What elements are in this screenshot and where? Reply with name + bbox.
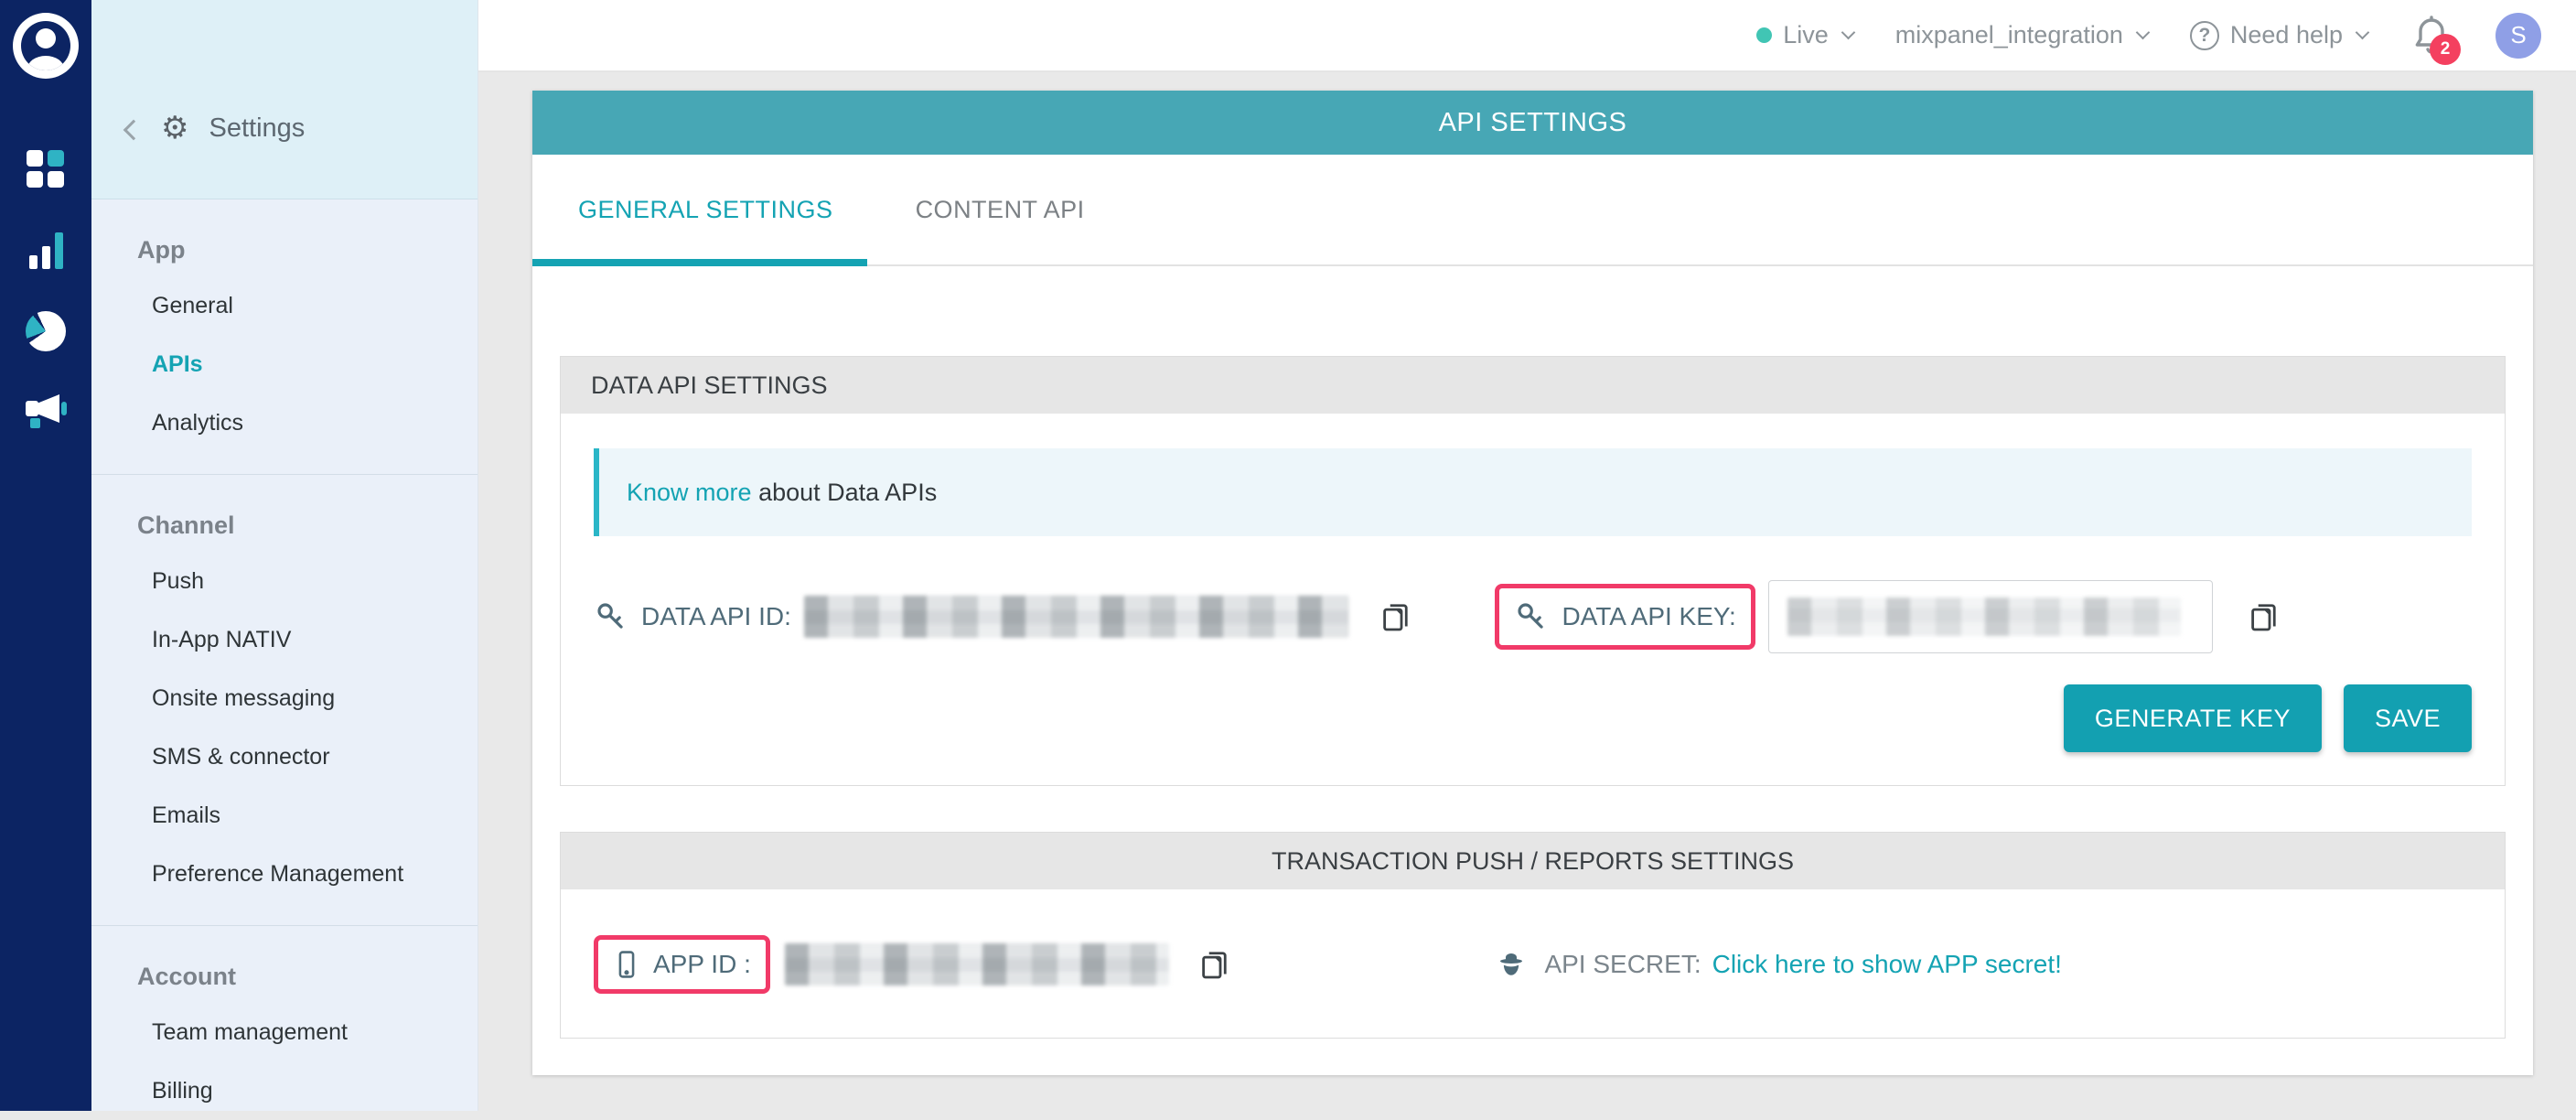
transaction-row: APP ID : [594,935,2472,994]
sidebar-item-general[interactable]: General [91,276,478,335]
topbar: Live mixpanel_integration ? Need help 2 … [478,0,2576,72]
icon-rail [0,0,91,1111]
data-api-id-group: DATA API ID: [594,596,1495,638]
help-menu[interactable]: ? Need help [2190,21,2367,50]
button-row: GENERATE KEY SAVE [594,684,2472,752]
sidebar-section-channel: Channel Push In-App NATIV Onsite messagi… [91,474,478,903]
sidebar-item-onsite-messaging[interactable]: Onsite messaging [91,669,478,727]
data-api-id-label: DATA API ID: [641,602,791,631]
data-api-key-group: DATA API KEY: [1495,580,2472,653]
data-api-key-input[interactable] [1768,580,2213,653]
sidebar-header: ⚙ Settings [91,0,478,199]
pie-chart-icon[interactable] [26,311,66,351]
sidebar-item-emails[interactable]: Emails [91,786,478,845]
know-more-infobox: Know more about Data APIs [594,448,2472,536]
generate-key-button[interactable]: GENERATE KEY [2064,684,2322,752]
sidebar-item-inapp-nativ[interactable]: In-App NATIV [91,610,478,669]
sidebar-item-sms-connector[interactable]: SMS & connector [91,727,478,786]
page-area: API SETTINGS GENERAL SETTINGS CONTENT AP… [478,72,2576,1111]
sidebar-item-team-management[interactable]: Team management [91,1003,478,1061]
project-name: mixpanel_integration [1895,21,2123,49]
spy-icon [1495,948,1528,981]
sidebar-item-analytics[interactable]: Analytics [91,393,478,452]
project-switcher[interactable]: mixpanel_integration [1895,21,2148,49]
sidebar-item-push[interactable]: Push [91,552,478,610]
phone-icon [613,949,640,980]
app-id-redacted-value [785,943,1169,985]
notification-badge: 2 [2430,34,2461,65]
data-api-key-redacted-value [1787,598,2181,636]
tab-general-settings[interactable]: GENERAL SETTINGS [578,196,833,224]
environment-switcher[interactable]: Live [1756,21,1853,49]
back-chevron-icon[interactable] [123,119,145,140]
chevron-down-icon [2356,26,2370,40]
app-id-group: APP ID : [594,935,1495,994]
megaphone-icon[interactable] [24,393,68,432]
content-column: Live mixpanel_integration ? Need help 2 … [478,0,2576,1111]
brand-logo[interactable] [13,13,79,79]
help-label: Need help [2230,21,2343,49]
key-icon [594,599,628,634]
transaction-settings-section: TRANSACTION PUSH / REPORTS SETTINGS APP … [560,832,2506,1039]
user-avatar[interactable]: S [2496,13,2541,59]
infobox-text: about Data APIs [752,479,938,506]
bar-chart-icon[interactable] [27,231,65,269]
app-id-label: APP ID : [653,950,751,979]
sidebar-title: Settings [209,113,305,144]
sidebar-item-billing[interactable]: Billing [91,1061,478,1120]
apps-grid-icon[interactable] [27,150,65,188]
show-app-secret-link[interactable]: Click here to show APP secret! [1712,950,2062,979]
data-api-settings-section: DATA API SETTINGS Know more about Data A… [560,356,2506,786]
data-api-row: DATA API ID: [594,580,2472,653]
data-api-id-redacted-value [804,596,1348,638]
gear-icon: ⚙ [161,113,188,144]
sidebar-item-apis[interactable]: APIs [91,335,478,393]
section-label-channel: Channel [91,499,478,552]
sidebar-section-app: App General APIs Analytics [91,199,478,452]
data-api-key-highlight: DATA API KEY: [1495,584,1755,650]
help-icon: ? [2190,21,2219,50]
copy-icon[interactable] [1195,945,1233,984]
section-label-app: App [91,223,478,276]
tab-bar: GENERAL SETTINGS CONTENT API [532,155,2533,266]
api-settings-card: API SETTINGS GENERAL SETTINGS CONTENT AP… [532,91,2533,1075]
notifications-button[interactable]: 2 [2410,12,2453,59]
know-more-link[interactable]: Know more [627,479,752,506]
live-label: Live [1783,21,1829,49]
transaction-settings-header: TRANSACTION PUSH / REPORTS SETTINGS [561,833,2505,889]
app-root: ⚙ Settings App General APIs Analytics Ch… [0,0,2576,1111]
settings-sidebar: ⚙ Settings App General APIs Analytics Ch… [91,0,478,1111]
app-id-highlight: APP ID : [594,935,770,994]
sidebar-nav: App General APIs Analytics Channel Push … [91,199,478,1120]
key-icon [1514,599,1549,634]
sidebar-item-preference-management[interactable]: Preference Management [91,845,478,903]
copy-icon[interactable] [2244,598,2282,636]
avatar-logo-icon [21,21,70,70]
section-label-account: Account [91,950,478,1003]
api-secret-group: API SECRET: Click here to show APP secre… [1495,948,2472,981]
live-status-dot [1756,27,1772,43]
chevron-down-icon [1841,26,1855,40]
save-button[interactable]: SAVE [2344,684,2472,752]
data-api-settings-header: DATA API SETTINGS [561,357,2505,414]
data-api-settings-body: Know more about Data APIs DATA API ID: [561,414,2505,785]
copy-icon[interactable] [1376,598,1414,636]
api-secret-label: API SECRET: [1544,950,1701,979]
chevron-down-icon [2136,26,2151,40]
active-tab-underline [532,259,867,266]
transaction-settings-body: APP ID : [561,889,2505,1038]
sidebar-section-account: Account Team management Billing [91,925,478,1120]
tab-content-api[interactable]: CONTENT API [916,196,1085,224]
page-title: API SETTINGS [532,91,2533,155]
data-api-key-label: DATA API KEY: [1562,602,1735,631]
